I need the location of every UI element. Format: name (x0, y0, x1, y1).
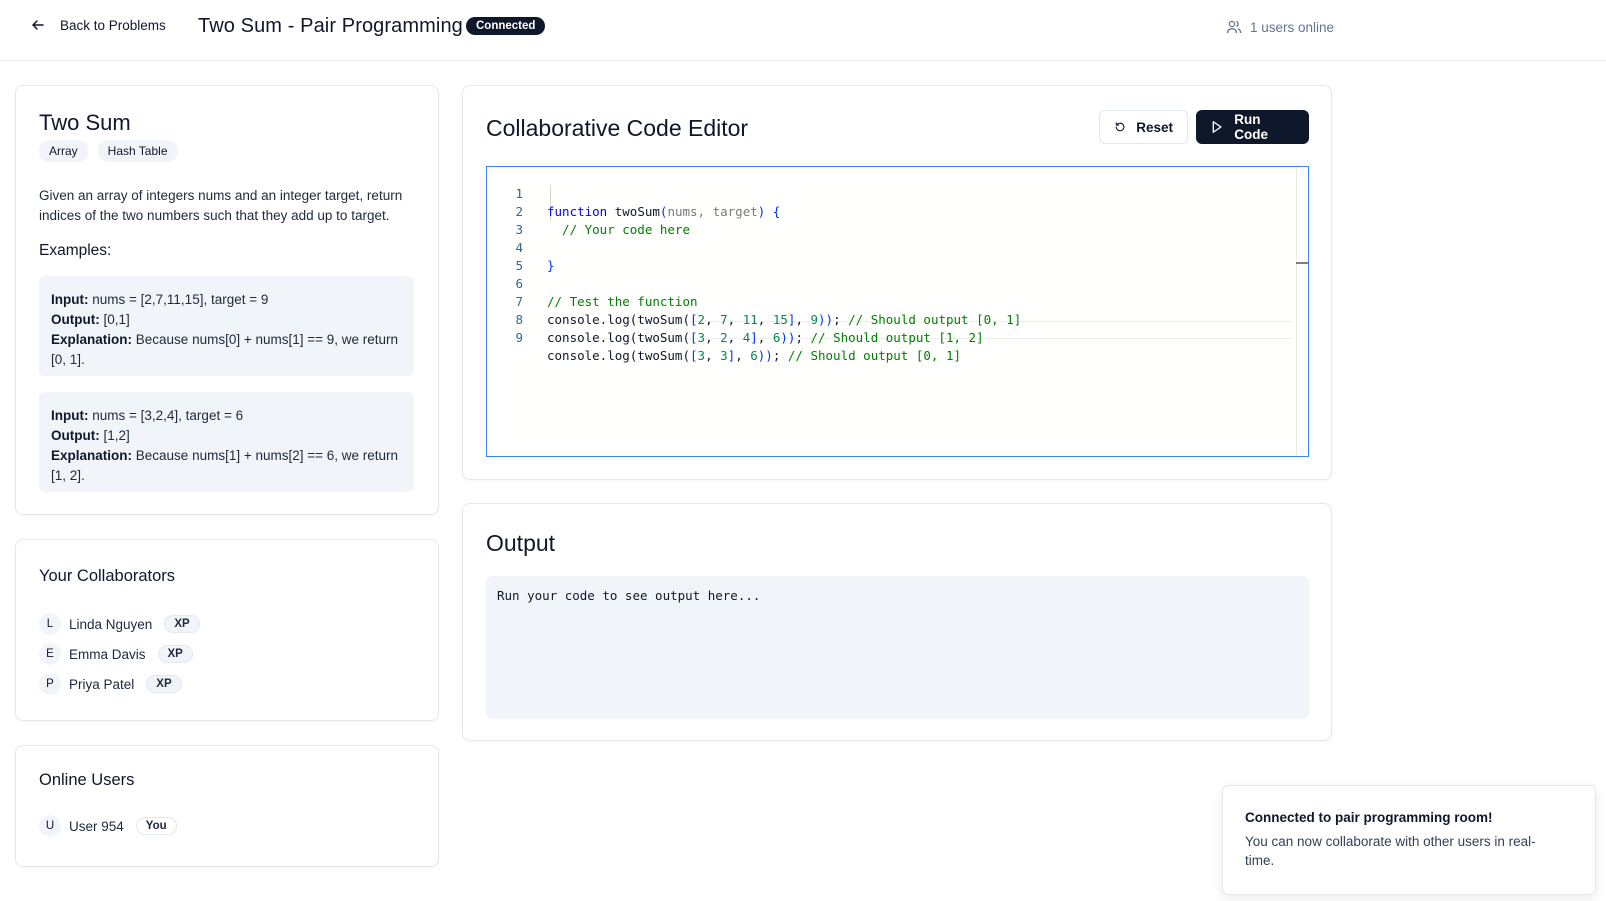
xp-badge: XP (164, 615, 200, 633)
input-label: Input: (51, 292, 89, 307)
collaborator-item: E Emma Davis XP (39, 643, 193, 665)
play-icon (1212, 121, 1222, 133)
reset-icon (1115, 122, 1125, 132)
collaborator-name: Priya Patel (69, 676, 135, 692)
you-badge: You (135, 817, 177, 835)
example-output: [1,2] (103, 428, 130, 443)
example-2: Input: nums = [3,2,4], target = 6 Output… (39, 392, 414, 492)
output-title: Output (486, 530, 556, 556)
code-line: 3 (487, 203, 1287, 237)
run-code-label: Run Code (1234, 112, 1268, 142)
editor-title: Collaborative Code Editor (486, 115, 749, 141)
code-editor[interactable]: 1 function twoSum(nums, target) { 2 // Y… (486, 166, 1309, 457)
avatar: E (39, 643, 61, 665)
users-online-count: 1 users online (1250, 19, 1335, 35)
online-users-title: Online Users (39, 771, 135, 789)
output-label: Output: (51, 428, 100, 443)
avatar: L (39, 613, 61, 635)
code-line: 2 // Your code here (487, 185, 1287, 237)
collaborator-item: P Priya Patel XP (39, 673, 182, 695)
output-label: Output: (51, 312, 100, 327)
collaborator-name: Emma Davis (69, 646, 146, 662)
toast-notification[interactable]: Connected to pair programming room! You … (1222, 785, 1596, 895)
page-title: Two Sum - Pair Programming (198, 15, 463, 37)
connection-status-badge: Connected (466, 17, 546, 35)
tag-hash-table: Hash Table (97, 140, 178, 162)
users-online-indicator: 1 users online (1226, 19, 1334, 35)
collaborators-card: Your Collaborators L Linda Nguyen XP E E… (15, 539, 439, 721)
collaborators-title: Your Collaborators (39, 567, 176, 585)
run-code-button[interactable]: Run Code (1196, 110, 1309, 144)
code-line: 7 console.log(twoSum([2, 7, 11, 15], 9))… (487, 275, 1287, 327)
toast-description: You can now collaborate with other users… (1245, 834, 1536, 868)
xp-badge: XP (157, 645, 193, 663)
reset-label: Reset (1136, 119, 1173, 135)
example-input: nums = [2,7,11,15], target = 9 (92, 292, 269, 307)
toast-title: Connected to pair programming room! (1245, 810, 1493, 825)
problem-card: Two Sum Array Hash Table Given an array … (15, 85, 439, 515)
code-line: 6 // Test the function (487, 257, 1287, 309)
back-to-problems-link[interactable]: Back to Problems (30, 17, 166, 33)
back-label: Back to Problems (60, 17, 166, 33)
example-input: nums = [3,2,4], target = 6 (92, 408, 244, 423)
collaborator-name: Linda Nguyen (69, 616, 153, 632)
code-text: console.log(twoSum([3, 2, 4], 6)); // Sh… (547, 330, 984, 345)
examples-heading: Examples: (39, 242, 112, 259)
line-number: 9 (515, 330, 523, 345)
reset-button[interactable]: Reset (1099, 110, 1188, 144)
example-1: Input: nums = [2,7,11,15], target = 9 Ou… (39, 276, 414, 376)
explanation-label: Explanation: (51, 448, 133, 463)
input-label: Input: (51, 408, 89, 423)
online-users-card: Online Users U User 954 You (15, 745, 439, 867)
scrollbar-cursor-marker (1296, 262, 1308, 264)
code-editor-card: Collaborative Code Editor Reset Run Code… (462, 85, 1332, 480)
example-output: [0,1] (103, 312, 130, 327)
code-line: 1 function twoSum(nums, target) { (487, 167, 1287, 219)
output-card: Output Run your code to see output here.… (462, 503, 1332, 741)
code-line: 5 (487, 239, 1287, 273)
problem-tags: Array Hash Table (39, 140, 178, 162)
arrow-left-icon (32, 20, 44, 30)
top-bar: Back to Problems Two Sum - Pair Programm… (0, 0, 1606, 61)
avatar: U (39, 815, 61, 837)
users-icon (1226, 20, 1242, 34)
problem-title: Two Sum (39, 110, 131, 135)
problem-description: Given an array of integers nums and an i… (39, 188, 403, 223)
xp-badge: XP (146, 675, 182, 693)
avatar: P (39, 673, 61, 695)
code-text: console.log(twoSum([3, 3], 6)); // Shoul… (547, 348, 961, 363)
output-console: Run your code to see output here... (486, 576, 1309, 719)
tag-array: Array (39, 140, 88, 162)
code-line: 9 console.log(twoSum([3, 3], 6)); // Sho… (487, 311, 1287, 363)
online-user-name: User 954 (69, 818, 124, 834)
code-line: 4 } (487, 221, 1287, 273)
explanation-label: Explanation: (51, 332, 133, 347)
online-user-item: U User 954 You (39, 815, 177, 837)
editor-scrollbar[interactable] (1296, 167, 1308, 456)
collaborator-item: L Linda Nguyen XP (39, 613, 200, 635)
code-line: 8 console.log(twoSum([3, 2, 4], 6)); // … (487, 293, 1287, 345)
